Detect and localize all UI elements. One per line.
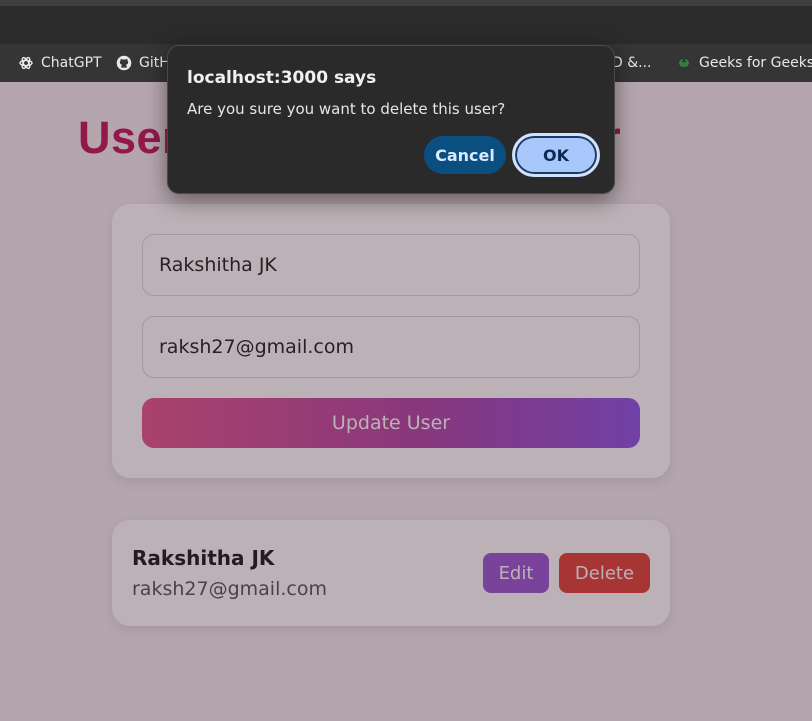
geeksforgeeks-icon [676, 57, 692, 69]
dialog-title: localhost:3000 says [187, 68, 377, 88]
bookmark-chatgpt[interactable]: ChatGPT [18, 44, 102, 82]
dialog-message: Are you sure you want to delete this use… [187, 100, 506, 118]
cancel-button[interactable]: Cancel [424, 136, 506, 174]
bookmark-label: ChatGPT [41, 55, 102, 71]
confirm-dialog: localhost:3000 says Are you sure you wan… [167, 45, 615, 194]
chatgpt-icon [18, 55, 34, 71]
bookmark-github[interactable]: GitH [116, 44, 170, 82]
bookmark-label: GitH [139, 55, 170, 71]
ok-button[interactable]: OK [512, 133, 600, 177]
github-icon [116, 55, 132, 71]
bookmark-truncated[interactable]: D &... [612, 44, 652, 82]
browser-tab-bar [0, 6, 812, 44]
bookmark-label: Geeks for Geeks [699, 55, 812, 71]
bookmark-geeks-for-geeks[interactable]: Geeks for Geeks [676, 44, 812, 82]
bookmark-label: D &... [612, 55, 652, 71]
